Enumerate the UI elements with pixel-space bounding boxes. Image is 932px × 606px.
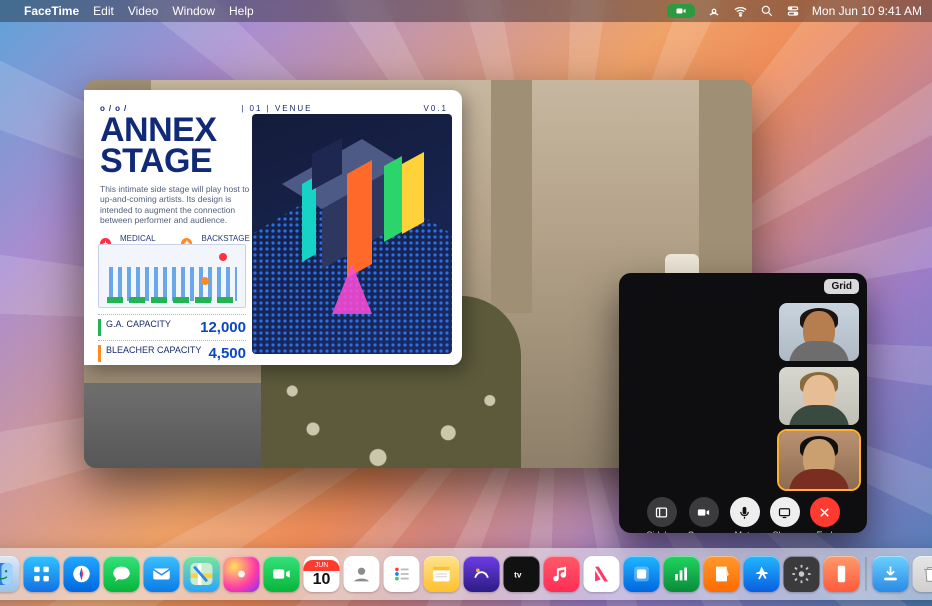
share-button[interactable]: Share xyxy=(770,497,800,533)
end-call-button[interactable]: End xyxy=(810,497,840,533)
dock-numbers[interactable] xyxy=(664,556,700,592)
bleacher-label: BLEACHER CAPACITY xyxy=(98,345,201,362)
doc-floorplan xyxy=(98,244,246,308)
dock-iphone-mirroring[interactable] xyxy=(824,556,860,592)
dock-safari[interactable] xyxy=(64,556,100,592)
shared-document: o/o/ | 01 | VENUE V0.1 ANNEX STAGE This … xyxy=(84,90,462,365)
facetime-status-badge[interactable] xyxy=(667,4,695,18)
dock-settings[interactable] xyxy=(784,556,820,592)
menu-video[interactable]: Video xyxy=(128,4,158,18)
wifi-icon[interactable] xyxy=(733,4,748,19)
menubar-app-name[interactable]: FaceTime xyxy=(24,4,79,18)
ga-value: 12,000 xyxy=(200,319,246,336)
dock-photos[interactable] xyxy=(224,556,260,592)
dock-news[interactable] xyxy=(584,556,620,592)
dock-mail[interactable] xyxy=(144,556,180,592)
dock-appstore-alt[interactable] xyxy=(624,556,660,592)
doc-isometric-render xyxy=(252,114,452,354)
menu-help[interactable]: Help xyxy=(229,4,254,18)
dock-contacts[interactable] xyxy=(344,556,380,592)
dock: JUN 10 tv xyxy=(0,548,932,600)
dock-music[interactable] xyxy=(544,556,580,592)
menu-window[interactable]: Window xyxy=(172,4,215,18)
menubar-datetime[interactable]: Mon Jun 10 9:41 AM xyxy=(812,4,922,18)
dock-facetime[interactable] xyxy=(264,556,300,592)
facetime-controls-window: Grid Sidebar Camera xyxy=(619,273,867,533)
dock-messages[interactable] xyxy=(104,556,140,592)
camera-button[interactable]: Camera xyxy=(688,497,720,533)
participant-thumb-self[interactable] xyxy=(779,431,859,489)
participant-thumb-1[interactable] xyxy=(779,303,859,361)
dock-notes[interactable] xyxy=(424,556,460,592)
airdrop-icon[interactable] xyxy=(707,4,721,18)
bleacher-value: 4,500 xyxy=(208,345,246,362)
participant-thumb-2[interactable] xyxy=(779,367,859,425)
menu-edit[interactable]: Edit xyxy=(93,4,114,18)
dock-downloads[interactable] xyxy=(873,556,909,592)
svg-text:tv: tv xyxy=(514,571,522,580)
dock-freeform[interactable] xyxy=(464,556,500,592)
grid-toggle-button[interactable]: Grid xyxy=(824,279,859,294)
control-center-icon[interactable] xyxy=(786,4,800,18)
dock-reminders[interactable] xyxy=(384,556,420,592)
facetime-control-bar: Sidebar Camera Mute Share End xyxy=(619,489,867,533)
sidebar-button[interactable]: Sidebar xyxy=(646,497,677,533)
dock-appstore[interactable] xyxy=(744,556,780,592)
doc-version: V0.1 xyxy=(424,104,448,113)
spotlight-icon[interactable] xyxy=(760,4,774,18)
doc-stats: G.A. CAPACITY 12,000 BLEACHER CAPACITY 4… xyxy=(98,314,246,366)
participant-thumbnails xyxy=(779,303,859,489)
dock-maps[interactable] xyxy=(184,556,220,592)
dock-pages[interactable] xyxy=(704,556,740,592)
menubar: FaceTime Edit Video Window Help Mon Jun … xyxy=(0,0,932,22)
dock-trash[interactable] xyxy=(913,556,932,592)
dock-finder[interactable] xyxy=(0,556,20,592)
dock-appletv[interactable]: tv xyxy=(504,556,540,592)
mute-button[interactable]: Mute xyxy=(730,497,760,533)
ga-label: G.A. CAPACITY xyxy=(98,319,171,336)
dock-launchpad[interactable] xyxy=(24,556,60,592)
doc-body: This intimate side stage will play host … xyxy=(100,184,260,227)
doc-breadcrumb: | 01 | VENUE xyxy=(241,104,312,113)
dock-calendar[interactable]: JUN 10 xyxy=(304,556,340,592)
